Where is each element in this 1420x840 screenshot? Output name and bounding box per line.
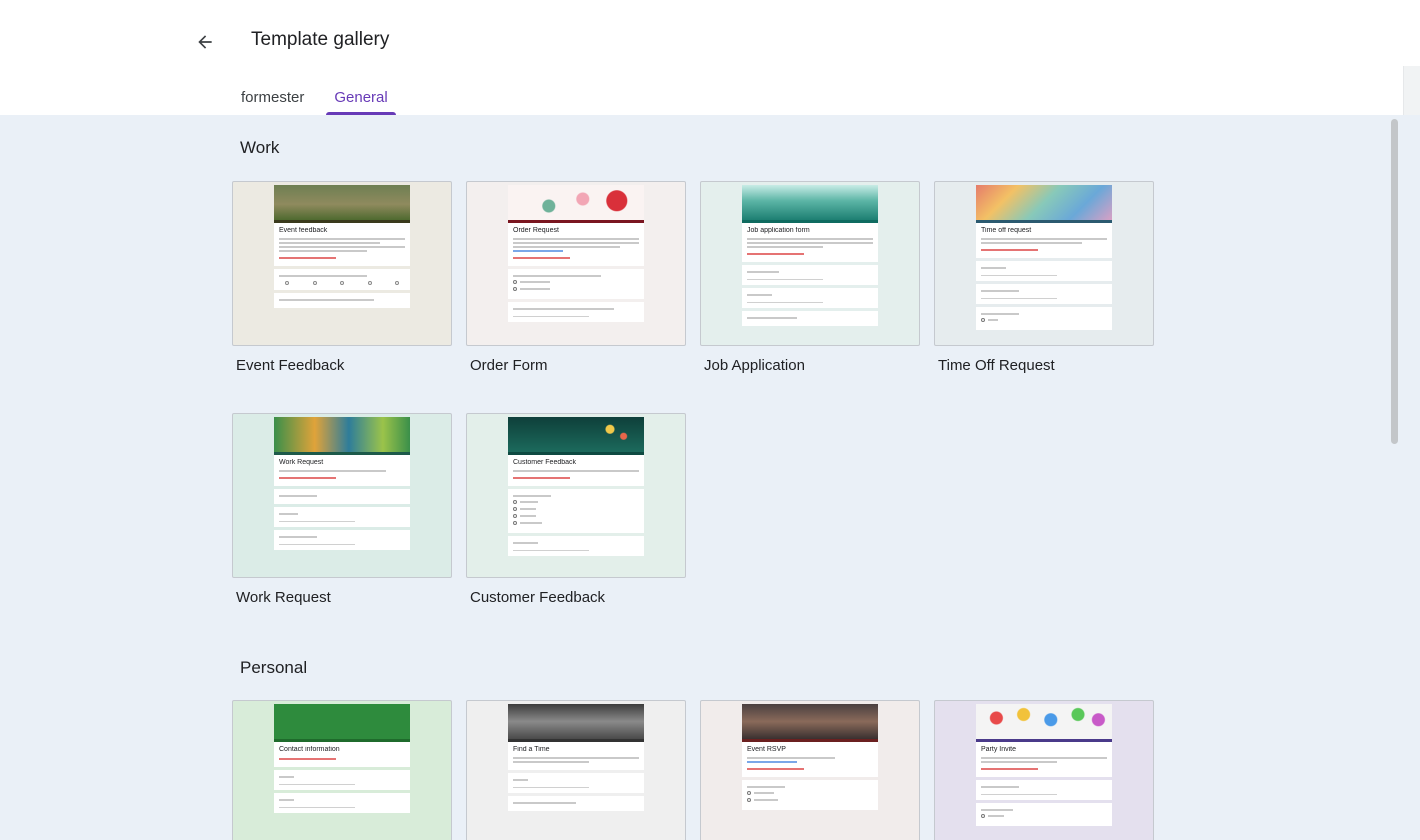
template-label: Event Feedback [236,357,345,374]
tab-bar: formester General [233,82,410,115]
template-label: Time Off Request [938,357,1055,374]
header-bar: Template gallery formester General [0,0,1420,115]
scrollbar-thumb[interactable] [1391,119,1398,444]
template-thumbnail: Party Invite [934,700,1154,840]
header-scrollbar [1403,66,1420,115]
template-thumbnail: Event feedback [232,181,452,346]
template-gallery-content: Work Event feedback Event Feedback Order… [0,115,1420,840]
template-label: Work Request [236,589,331,606]
arrow-back-icon [198,35,212,49]
tab-formester[interactable]: formester [233,82,312,115]
template-label: Order Form [470,357,548,374]
tab-general[interactable]: General [326,82,397,115]
section-title-work: Work [240,138,280,157]
template-card-contact-information[interactable]: Contact information [232,700,452,840]
template-card-event-feedback[interactable]: Event feedback Event Feedback [232,181,452,374]
template-thumbnail: Order Request [466,181,686,346]
back-button[interactable] [190,27,220,57]
template-label: Job Application [704,357,805,374]
template-thumbnail: Time off request [934,181,1154,346]
section-title-personal: Personal [240,658,308,677]
template-card-event-rsvp[interactable]: Event RSVP [700,700,920,840]
template-thumbnail: Contact information [232,700,452,840]
template-card-time-off-request[interactable]: Time off request Time Off Request [934,181,1154,374]
template-card-work-request[interactable]: Work Request Work Request [232,413,452,606]
template-card-job-application[interactable]: Job application form Job Application [700,181,920,374]
template-thumbnail: Find a Time [466,700,686,840]
template-thumbnail: Job application form [700,181,920,346]
template-label: Customer Feedback [470,589,606,606]
template-card-order-form[interactable]: Order Request Order Form [466,181,686,374]
template-card-party-invite[interactable]: Party Invite [934,700,1154,840]
template-thumbnail: Event RSVP [700,700,920,840]
template-thumbnail: Work Request [232,413,452,578]
template-card-find-a-time[interactable]: Find a Time [466,700,686,840]
template-thumbnail: Customer Feedback [466,413,686,578]
page-title: Template gallery [251,29,390,50]
template-card-customer-feedback[interactable]: Customer Feedback Customer Feedback [466,413,686,606]
